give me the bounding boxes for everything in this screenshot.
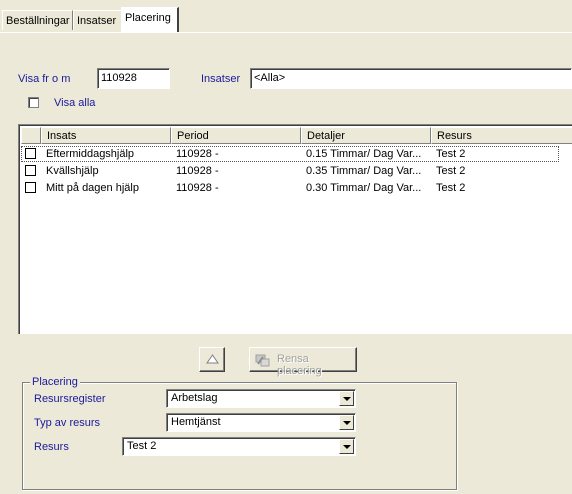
resursregister-select[interactable]: Arbetslag: [166, 389, 356, 408]
rensa-placering-button[interactable]: Rensa placering: [249, 347, 357, 372]
visa-alla-label: Visa alla: [54, 97, 95, 109]
column-header-insats[interactable]: Insats: [41, 127, 171, 144]
cell-period: 110928 -: [176, 163, 296, 179]
clear-placement-icon: [255, 352, 271, 371]
column-header-resurs[interactable]: Resurs: [431, 127, 572, 144]
resursregister-value: Arbetslag: [171, 390, 217, 407]
row-checkbox[interactable]: [25, 148, 36, 159]
column-header-label: Resurs: [437, 130, 472, 142]
cell-insats: Kvällshjälp: [46, 163, 166, 179]
placering-group-title: Placering: [30, 376, 80, 388]
visa-from-label: Visa fr o m: [18, 73, 70, 85]
tab-panel-border: [0, 32, 572, 33]
visa-from-value: 110928: [101, 72, 137, 84]
row-checkbox[interactable]: [25, 165, 36, 176]
tab-label: Insatser: [77, 15, 116, 27]
chevron-down-icon[interactable]: [339, 391, 354, 406]
column-header-period[interactable]: Period: [171, 127, 301, 144]
column-header-detaljer[interactable]: Detaljer: [301, 127, 431, 144]
row-checkbox[interactable]: [25, 182, 36, 193]
tab-placering[interactable]: Placering: [121, 7, 179, 33]
resurs-select[interactable]: Test 2: [122, 437, 356, 456]
insats-listview[interactable]: Insats Period Detaljer Resurs Eftermidda…: [18, 124, 572, 334]
chevron-down-icon[interactable]: [339, 415, 354, 430]
insatser-field[interactable]: <Alla>: [250, 68, 572, 89]
typ-av-resurs-select[interactable]: Hemtjänst: [166, 413, 356, 432]
cell-detaljer: 0.15 Timmar/ Dag Var...: [306, 146, 426, 162]
typ-av-resurs-label: Typ av resurs: [34, 417, 100, 429]
typ-av-resurs-value: Hemtjänst: [171, 414, 221, 431]
up-arrow-icon: [206, 354, 219, 368]
table-row[interactable]: Kvällshjälp 110928 - 0.35 Timmar/ Dag Va…: [21, 163, 572, 179]
cell-period: 110928 -: [176, 146, 296, 162]
tab-label: Placering: [125, 12, 171, 24]
cell-resurs: Test 2: [436, 180, 536, 196]
column-header-check[interactable]: [21, 127, 41, 144]
tab-bestallningar[interactable]: Beställningar: [2, 10, 73, 30]
table-row[interactable]: Mitt på dagen hjälp 110928 - 0.30 Timmar…: [21, 180, 572, 196]
insatser-value: <Alla>: [254, 72, 285, 84]
cell-insats: Mitt på dagen hjälp: [46, 180, 166, 196]
column-header-label: Detaljer: [307, 130, 345, 142]
column-header-label: Period: [177, 130, 209, 142]
cell-detaljer: 0.30 Timmar/ Dag Var...: [306, 180, 426, 196]
column-header-label: Insats: [47, 130, 76, 142]
cell-period: 110928 -: [176, 180, 296, 196]
tab-insatser[interactable]: Insatser: [73, 10, 122, 30]
visa-from-input[interactable]: 110928: [97, 68, 170, 89]
move-up-button[interactable]: [199, 347, 225, 372]
tab-label: Beställningar: [6, 15, 70, 27]
cell-resurs: Test 2: [436, 163, 536, 179]
cell-detaljer: 0.35 Timmar/ Dag Var...: [306, 163, 426, 179]
cell-insats: Eftermiddagshjälp: [46, 146, 166, 162]
resursregister-label: Resursregister: [34, 393, 106, 405]
table-row[interactable]: Eftermiddagshjälp 110928 - 0.15 Timmar/ …: [21, 146, 559, 162]
resurs-value: Test 2: [127, 438, 156, 455]
insatser-label: Insatser: [201, 73, 240, 85]
chevron-down-icon[interactable]: [339, 439, 354, 454]
tab-strip: Beställningar Insatser Placering: [0, 0, 572, 33]
rensa-placering-label: Rensa placering: [277, 353, 356, 377]
visa-alla-checkbox[interactable]: [28, 97, 39, 108]
cell-resurs: Test 2: [436, 146, 536, 162]
list-header: Insats Period Detaljer Resurs: [21, 127, 572, 144]
resurs-label: Resurs: [34, 441, 69, 453]
